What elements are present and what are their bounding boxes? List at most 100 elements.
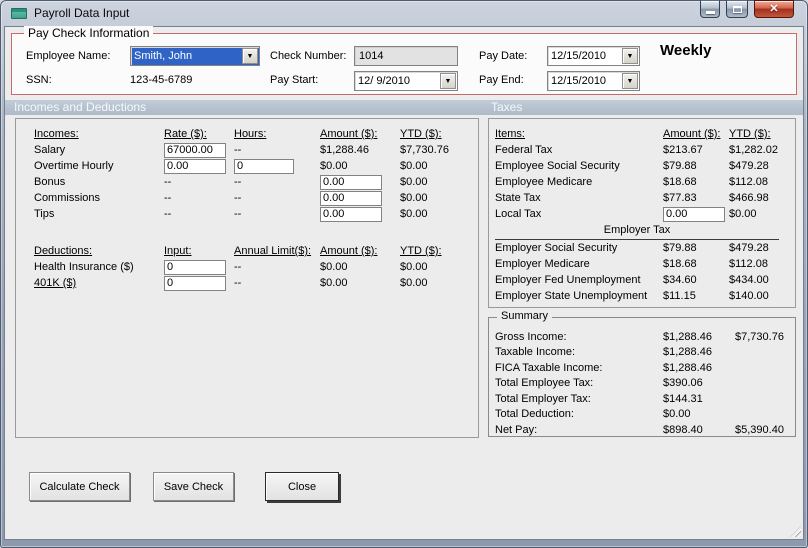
employee-name-label: Employee Name:: [26, 50, 111, 62]
employee-name-dropdown-button[interactable]: ▼: [242, 48, 258, 64]
app-icon: [11, 8, 27, 19]
salary-rate-input[interactable]: [164, 142, 226, 158]
cell-ytd: $112.08: [729, 176, 768, 188]
cell-ytd: $0.00: [400, 176, 428, 188]
overtime-rate-input[interactable]: [164, 158, 226, 174]
cell-value: $144.31: [663, 392, 703, 405]
401k-link[interactable]: 401K ($): [34, 277, 164, 289]
employee-name-value: Smith, John: [134, 50, 193, 62]
income-row-salary: Salary -- $1,288.46 $7,730.76: [34, 142, 478, 158]
ssn-value: 123-45-6789: [130, 74, 193, 86]
col-header: Input:: [164, 245, 192, 257]
row-label: State Tax: [495, 192, 541, 204]
incomes-section-header: Incomes and Deductions: [14, 100, 147, 114]
cell-amount: $1,288.46: [320, 144, 369, 156]
401k-input[interactable]: [164, 275, 226, 291]
cell-amount: $0.00: [320, 160, 348, 172]
cell-amount: $34.60: [663, 274, 697, 286]
cell-hours: --: [234, 176, 242, 188]
row-label: Federal Tax: [495, 144, 553, 156]
ssn-label: SSN:: [26, 74, 52, 86]
cell-hours: --: [234, 208, 242, 220]
deduction-row-401k: 401K ($) -- $0.00 $0.00: [34, 275, 478, 291]
titlebar[interactable]: Payroll Data Input ✕: [0, 0, 808, 26]
col-header: Amount ($):: [663, 128, 721, 140]
row-label: Local Tax: [495, 208, 542, 220]
row-label: Health Insurance ($): [34, 261, 134, 273]
summary-group: Summary Gross Income: $1,288.46 $7,730.7…: [488, 310, 796, 438]
row-label: Total Employee Tax:: [495, 377, 594, 390]
row-label: Employee Social Security: [495, 160, 620, 172]
incomes-deductions-panel: Incomes: Rate ($): Hours: Amount ($): YT…: [15, 118, 479, 438]
check-number-label: Check Number:: [270, 50, 347, 62]
cell-amount: $0.00: [320, 261, 348, 273]
pay-start-picker[interactable]: 12/ 9/2010 ▼: [354, 71, 458, 91]
taxes-panel: Items: Amount ($): YTD ($): Federal Tax …: [488, 118, 796, 308]
income-row-overtime: Overtime Hourly $0.00 $0.00: [34, 158, 478, 174]
pay-date-dropdown-button[interactable]: ▼: [622, 48, 638, 64]
cell-ytd: $112.08: [729, 258, 768, 270]
chevron-down-icon: ▼: [626, 77, 634, 85]
pay-date-picker[interactable]: 12/15/2010 ▼: [547, 46, 640, 66]
pay-end-picker[interactable]: 12/15/2010 ▼: [547, 71, 640, 91]
taxes-header-row: Items: Amount ($): YTD ($):: [495, 126, 795, 142]
calculate-check-button[interactable]: Calculate Check: [29, 472, 130, 501]
bonus-amount-input[interactable]: [320, 174, 382, 190]
chevron-down-icon: ▼: [626, 52, 634, 60]
cell-ytd: $7,730.76: [735, 330, 784, 343]
local-tax-input[interactable]: [663, 206, 725, 222]
close-button[interactable]: Close: [265, 472, 339, 501]
chevron-down-icon: ▼: [246, 52, 254, 60]
tax-row-employer-state-unemployment: Employer State Unemployment $11.15 $140.…: [495, 288, 795, 304]
tax-row-employer-medicare: Employer Medicare $18.68 $112.08: [495, 256, 795, 272]
paycheck-info-legend: Pay Check Information: [24, 26, 154, 40]
summary-row-gross: Gross Income: $1,288.46 $7,730.76: [495, 329, 795, 345]
cell-amount: $79.88: [663, 160, 697, 172]
cell-rate: --: [164, 192, 172, 204]
summary-legend: Summary: [497, 310, 553, 322]
cell-amount: $0.00: [320, 277, 348, 289]
row-label: Employer State Unemployment: [495, 290, 648, 302]
save-check-button[interactable]: Save Check: [153, 472, 234, 501]
pay-end-dropdown-button[interactable]: ▼: [622, 73, 638, 89]
row-label: Total Employer Tax:: [495, 392, 591, 405]
cell-amount: $18.68: [663, 258, 697, 270]
health-insurance-input[interactable]: [164, 259, 226, 275]
cell-ytd: $1,282.02: [729, 144, 778, 156]
pay-date-label: Pay Date:: [479, 50, 528, 62]
pay-frequency-label: Weekly: [660, 42, 712, 59]
minimize-button[interactable]: [700, 0, 720, 18]
overtime-hours-input[interactable]: [234, 158, 294, 174]
close-window-button[interactable]: ✕: [754, 0, 794, 18]
cell-rate: --: [164, 176, 172, 188]
check-number-input[interactable]: [354, 46, 458, 66]
pay-end-value: 12/15/2010: [551, 75, 607, 87]
resize-grip[interactable]: [790, 526, 801, 537]
cell-ytd: $0.00: [400, 261, 428, 273]
col-header: YTD ($):: [400, 245, 442, 257]
row-label: FICA Taxable Income:: [495, 361, 603, 374]
tips-amount-input[interactable]: [320, 206, 382, 222]
col-header: Rate ($):: [164, 128, 207, 140]
maximize-button[interactable]: [726, 0, 748, 18]
employee-name-combobox[interactable]: Smith, John ▼: [130, 46, 260, 66]
col-header: Annual Limit($):: [234, 245, 312, 257]
col-header: YTD ($):: [729, 128, 771, 140]
cell-ytd: $140.00: [729, 290, 769, 302]
row-label: Bonus: [34, 176, 66, 188]
pay-start-dropdown-button[interactable]: ▼: [440, 73, 456, 89]
tax-row-employee-medicare: Employee Medicare $18.68 $112.08: [495, 174, 795, 190]
commissions-amount-input[interactable]: [320, 190, 382, 206]
cell-limit: --: [234, 261, 242, 273]
pay-date-value: 12/15/2010: [551, 50, 607, 62]
cell-ytd: $0.00: [400, 160, 428, 172]
cell-ytd: $0.00: [400, 277, 428, 289]
cell-ytd: $5,390.40: [735, 423, 784, 436]
summary-row-net-pay: Net Pay: $898.40 $5,390.40: [495, 422, 795, 438]
col-header: Amount ($):: [320, 128, 378, 140]
summary-row-taxable: Taxable Income: $1,288.46: [495, 345, 795, 361]
cell-amount: $213.67: [663, 144, 703, 156]
tax-row-employee-ss: Employee Social Security $79.88 $479.28: [495, 158, 795, 174]
row-label: Gross Income:: [495, 330, 567, 343]
